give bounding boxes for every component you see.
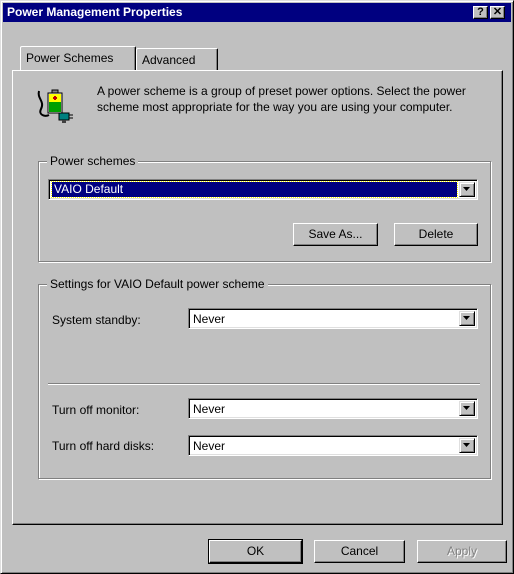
dropdown-arrow-button[interactable]	[459, 401, 475, 416]
turn-off-hard-disks-label: Turn off hard disks:	[52, 439, 155, 453]
cancel-button[interactable]: Cancel	[314, 540, 405, 563]
turn-off-hard-disks-select[interactable]: Never	[188, 435, 478, 456]
chevron-down-icon	[463, 187, 470, 191]
chevron-down-icon	[463, 316, 470, 320]
ok-button[interactable]: OK	[208, 539, 303, 564]
help-button[interactable]: ?	[473, 6, 488, 19]
scheme-settings-legend: Settings for VAIO Default power scheme	[47, 276, 268, 292]
system-standby-value: Never	[193, 312, 226, 326]
tab-label: Advanced	[142, 53, 196, 67]
power-scheme-icon	[35, 85, 75, 125]
power-schemes-legend: Power schemes	[47, 153, 139, 169]
tab-power-schemes[interactable]: Power Schemes	[20, 46, 136, 70]
power-schemes-group: Power schemes	[38, 153, 491, 262]
power-scheme-select[interactable]: VAIO Default	[48, 179, 478, 200]
tab-label: Power Schemes	[26, 51, 114, 65]
title-bar[interactable]: Power Management Properties ? ✕	[3, 3, 511, 22]
tab-advanced[interactable]: Advanced	[136, 48, 218, 70]
dropdown-arrow-button[interactable]	[459, 182, 475, 197]
system-standby-select[interactable]: Never	[188, 308, 478, 329]
settings-divider	[48, 383, 480, 385]
power-scheme-value: VAIO Default	[51, 181, 458, 198]
help-icon: ?	[477, 6, 484, 18]
chevron-down-icon	[463, 443, 470, 447]
apply-button[interactable]: Apply	[417, 540, 507, 563]
dialog-window: Power Management Properties ? ✕ Power Sc…	[0, 0, 514, 574]
turn-off-hard-disks-value: Never	[193, 439, 226, 453]
delete-button[interactable]: Delete	[394, 223, 478, 246]
chevron-down-icon	[463, 406, 470, 410]
description-text: A power scheme is a group of preset powe…	[97, 84, 466, 114]
window-title: Power Management Properties	[7, 5, 183, 19]
turn-off-monitor-value: Never	[193, 402, 226, 416]
turn-off-monitor-select[interactable]: Never	[188, 398, 478, 419]
close-icon: ✕	[492, 6, 503, 18]
save-as-button[interactable]: Save As...	[293, 223, 378, 246]
dropdown-arrow-button[interactable]	[459, 438, 475, 453]
dropdown-arrow-button[interactable]	[459, 311, 475, 326]
turn-off-monitor-label: Turn off monitor:	[52, 403, 140, 417]
system-standby-label: System standby:	[52, 313, 141, 327]
close-button[interactable]: ✕	[490, 6, 505, 19]
